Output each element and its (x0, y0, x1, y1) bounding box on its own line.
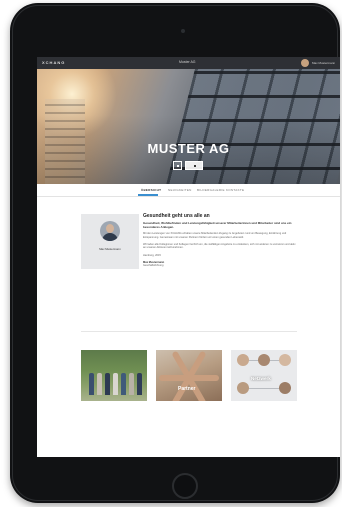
tablet-device: XCHANG Muster AG Max Mustermann MUSTER A… (10, 3, 340, 503)
follow-button[interactable] (173, 161, 182, 170)
person-figure (89, 373, 94, 395)
person-figure (129, 373, 134, 395)
network-tile[interactable]: Netzwerk (231, 350, 297, 401)
tab-gallery[interactable]: BILDERGALERIE (197, 188, 225, 192)
brand-logo[interactable]: XCHANG (42, 60, 65, 65)
person-figure (137, 373, 142, 395)
article-paragraph: Wir laden alle Kolleginnen und Kollegen … (143, 242, 296, 250)
section-divider (81, 331, 297, 332)
tab-contacts[interactable]: KONTAKTE (226, 188, 244, 192)
profile-photo (100, 221, 120, 241)
tab-bar: ÜBERSICHT NEUIGKEITEN BILDERGALERIE KONT… (37, 184, 340, 197)
person-figure (113, 373, 118, 395)
article-headline: Gesundheit geht uns alle an (143, 213, 210, 219)
camera-icon (181, 29, 185, 33)
article: Gesundheit geht uns alle an Gesundheit, … (143, 213, 298, 267)
partner-tile[interactable]: Partner (156, 350, 222, 401)
avatar[interactable] (301, 59, 309, 67)
plus-icon (177, 165, 179, 167)
tab-overview[interactable]: ÜBERSICHT (141, 188, 161, 192)
article-date-location: Hamburg, 2015 (143, 254, 161, 258)
member-avatar (237, 354, 249, 366)
person-figure (97, 373, 102, 395)
member-avatar (258, 354, 270, 366)
top-bar-title: Muster AG (179, 60, 196, 64)
network-label: Netzwerk (251, 376, 271, 381)
team-photo-tile[interactable] (81, 350, 147, 401)
photo-body (102, 233, 118, 241)
hands-graphic (159, 350, 219, 401)
tablet-screen: XCHANG Muster AG Max Mustermann MUSTER A… (37, 57, 340, 457)
contact-button[interactable] (185, 161, 203, 170)
network-connector (243, 388, 283, 390)
article-paragraph: Mit den Leistungen von XCHANG erhalten u… (143, 232, 287, 239)
partner-label: Partner (178, 386, 196, 392)
photo-head (106, 224, 114, 233)
home-button[interactable] (172, 473, 198, 499)
profile-name: Max Mustermann (99, 247, 121, 251)
top-bar: XCHANG Muster AG Max Mustermann (37, 57, 340, 69)
profile-card[interactable]: Max Mustermann (81, 214, 139, 269)
hero-banner: MUSTER AG (37, 69, 340, 184)
member-avatar (279, 382, 291, 394)
person-figure (105, 373, 110, 395)
member-avatar (279, 354, 291, 366)
article-subheadline: Gesundheit, Wohlbefinden und Leistungsfä… (143, 221, 292, 229)
active-tab-indicator (138, 194, 158, 196)
member-avatar (237, 382, 249, 394)
signature-role: Geschäftsführung (143, 264, 164, 268)
company-title: MUSTER AG (147, 141, 230, 156)
mail-icon (194, 165, 196, 167)
person-figure (121, 373, 126, 395)
user-name[interactable]: Max Mustermann (312, 61, 335, 65)
tab-news[interactable]: NEUIGKEITEN (168, 188, 192, 192)
